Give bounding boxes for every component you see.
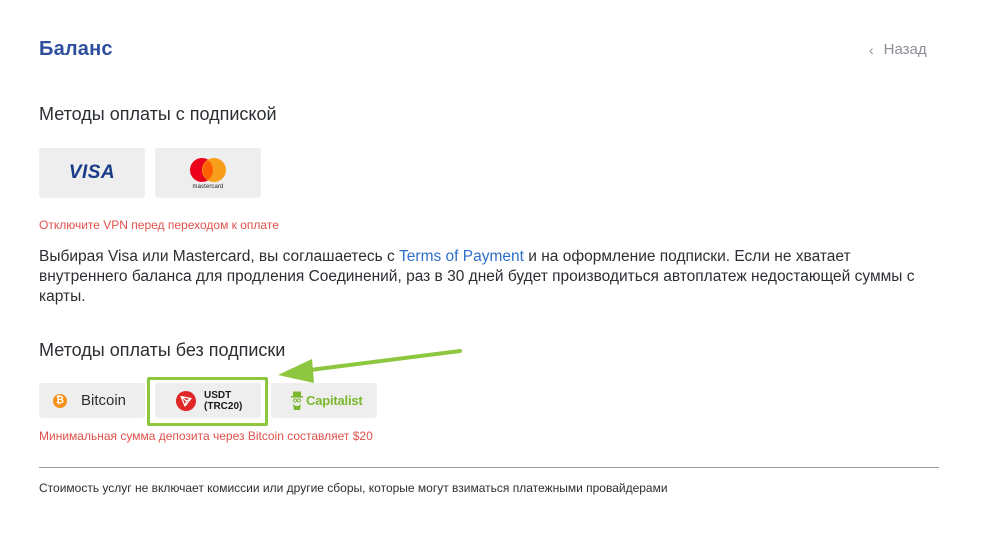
mastercard-button[interactable]: mastercard	[155, 148, 261, 198]
selection-highlight	[147, 377, 268, 426]
mastercard-icon	[190, 157, 226, 182]
divider	[39, 467, 939, 468]
no-subscription-methods-title: Методы оплаты без подписки	[39, 340, 286, 360]
visa-logo: VISA	[68, 162, 116, 183]
agreement-text-start: Выбирая Visa или Mastercard, вы соглашае…	[39, 248, 400, 265]
chevron-left-icon: ‹	[869, 41, 874, 58]
back-label: Назад	[883, 41, 927, 58]
terms-of-payment-link[interactable]: Terms of Payment	[399, 248, 524, 265]
mastercard-label: mastercard	[192, 183, 224, 190]
payment-agreement-text: Выбирая Visa или Mastercard, вы соглашае…	[39, 247, 939, 307]
mastercard-logo: mastercard	[187, 157, 229, 190]
capitalist-label: Capitalist	[306, 393, 363, 408]
fees-disclaimer: Стоимость услуг не включает комиссии или…	[39, 481, 668, 495]
bitcoin-icon: ₿	[53, 393, 67, 408]
page-title: Баланс	[39, 38, 113, 60]
back-button[interactable]: ‹ Назад	[869, 41, 927, 58]
pointer-arrow-icon	[278, 349, 462, 383]
subscription-methods-title: Методы оплаты с подпиской	[39, 104, 277, 124]
capitalist-icon	[291, 391, 303, 410]
visa-button[interactable]: VISA	[39, 148, 145, 198]
vpn-warning: Отключите VPN перед переходом к оплате	[39, 218, 279, 232]
min-deposit-note: Минимальная сумма депозита через Bitcoin…	[39, 429, 373, 443]
bitcoin-label: Bitcoin	[81, 392, 127, 409]
bitcoin-button[interactable]: ₿ Bitcoin	[39, 383, 145, 418]
